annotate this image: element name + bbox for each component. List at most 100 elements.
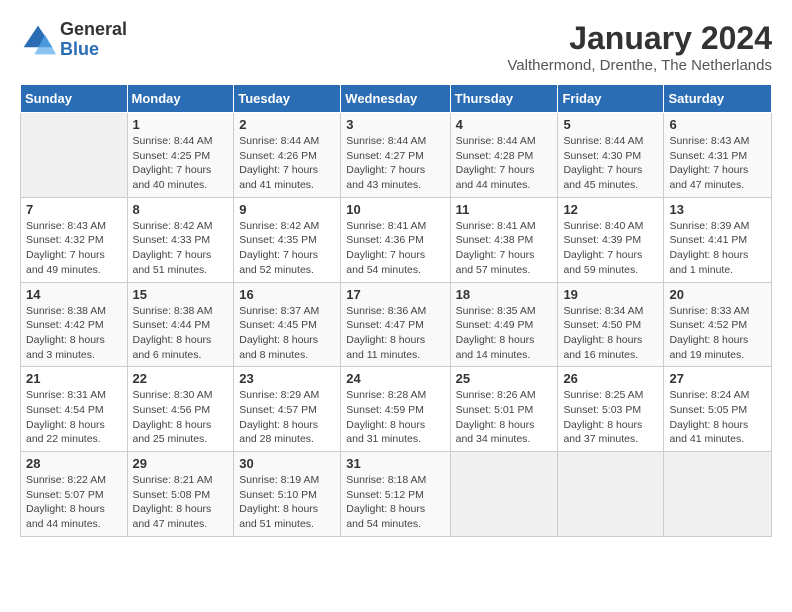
calendar-cell: 23 Sunrise: 8:29 AMSunset: 4:57 PMDayligh…: [234, 367, 341, 452]
calendar-week-row: 1 Sunrise: 8:44 AMSunset: 4:25 PMDaylight…: [21, 113, 772, 198]
calendar-cell: 22Sunrise: 8:30 AMSunset: 4:56 PMDayligh…: [127, 367, 234, 452]
day-number: 24: [346, 371, 444, 386]
day-info: Sunrise: 8:22 AMSunset: 5:07 PMDaylight:…: [26, 473, 122, 532]
calendar-cell: 10 Sunrise: 8:41 AMSunset: 4:36 PMDayligh…: [341, 197, 450, 282]
calendar-week-row: 21 Sunrise: 8:31 AMSunset: 4:54 PMDayligh…: [21, 367, 772, 452]
logo: General Blue: [20, 20, 127, 60]
day-info: Sunrise: 8:43 AMSunset: 4:31 PMDaylight:…: [669, 134, 766, 193]
day-info: Sunrise: 8:40 AMSunset: 4:39 PMDaylight:…: [563, 219, 658, 278]
weekday-header: Monday: [127, 85, 234, 113]
day-number: 9: [239, 202, 335, 217]
day-info: Sunrise: 8:29 AMSunset: 4:57 PMDaylight:…: [239, 388, 335, 447]
calendar-week-row: 28 Sunrise: 8:22 AMSunset: 5:07 PMDayligh…: [21, 452, 772, 537]
calendar-cell: 27Sunrise: 8:24 AMSunset: 5:05 PMDayligh…: [664, 367, 772, 452]
day-number: 1: [133, 117, 229, 132]
logo-general: General: [60, 20, 127, 40]
day-number: 11: [456, 202, 553, 217]
day-number: 3: [346, 117, 444, 132]
day-number: 30: [239, 456, 335, 471]
day-info: Sunrise: 8:44 AMSunset: 4:26 PMDaylight:…: [239, 134, 335, 193]
day-number: 2: [239, 117, 335, 132]
logo-text: General Blue: [60, 20, 127, 60]
calendar-cell: 4 Sunrise: 8:44 AMSunset: 4:28 PMDaylight…: [450, 113, 558, 198]
calendar-cell: 15 Sunrise: 8:38 AMSunset: 4:44 PMDayligh…: [127, 282, 234, 367]
calendar-cell: 20Sunrise: 8:33 AMSunset: 4:52 PMDayligh…: [664, 282, 772, 367]
day-info: Sunrise: 8:26 AMSunset: 5:01 PMDaylight:…: [456, 388, 553, 447]
calendar-cell: 21 Sunrise: 8:31 AMSunset: 4:54 PMDayligh…: [21, 367, 128, 452]
day-number: 15: [133, 287, 229, 302]
calendar-cell: 29 Sunrise: 8:21 AMSunset: 5:08 PMDayligh…: [127, 452, 234, 537]
weekday-header: Thursday: [450, 85, 558, 113]
day-number: 4: [456, 117, 553, 132]
calendar-cell: 1 Sunrise: 8:44 AMSunset: 4:25 PMDaylight…: [127, 113, 234, 198]
calendar-cell: 5Sunrise: 8:44 AMSunset: 4:30 PMDaylight…: [558, 113, 664, 198]
weekday-header: Friday: [558, 85, 664, 113]
calendar-cell: 6 Sunrise: 8:43 AMSunset: 4:31 PMDaylight…: [664, 113, 772, 198]
calendar-cell: [21, 113, 128, 198]
day-info: Sunrise: 8:21 AMSunset: 5:08 PMDaylight:…: [133, 473, 229, 532]
calendar-cell: 8 Sunrise: 8:42 AMSunset: 4:33 PMDaylight…: [127, 197, 234, 282]
day-number: 10: [346, 202, 444, 217]
day-info: Sunrise: 8:38 AMSunset: 4:44 PMDaylight:…: [133, 304, 229, 363]
title-section: January 2024 Valthermond, Drenthe, The N…: [507, 20, 772, 74]
calendar-cell: [558, 452, 664, 537]
calendar-cell: 7 Sunrise: 8:43 AMSunset: 4:32 PMDaylight…: [21, 197, 128, 282]
day-number: 6: [669, 117, 766, 132]
day-info: Sunrise: 8:41 AMSunset: 4:38 PMDaylight:…: [456, 219, 553, 278]
day-info: Sunrise: 8:44 AMSunset: 4:28 PMDaylight:…: [456, 134, 553, 193]
day-number: 29: [133, 456, 229, 471]
day-info: Sunrise: 8:43 AMSunset: 4:32 PMDaylight:…: [26, 219, 122, 278]
day-info: Sunrise: 8:24 AMSunset: 5:05 PMDaylight:…: [669, 388, 766, 447]
location: Valthermond, Drenthe, The Netherlands: [507, 57, 772, 74]
day-number: 12: [563, 202, 658, 217]
calendar-cell: 9 Sunrise: 8:42 AMSunset: 4:35 PMDaylight…: [234, 197, 341, 282]
day-info: Sunrise: 8:19 AMSunset: 5:10 PMDaylight:…: [239, 473, 335, 532]
day-number: 13: [669, 202, 766, 217]
day-number: 5: [563, 117, 658, 132]
weekday-header: Saturday: [664, 85, 772, 113]
calendar-cell: [664, 452, 772, 537]
day-number: 28: [26, 456, 122, 471]
calendar-cell: 18 Sunrise: 8:35 AMSunset: 4:49 PMDayligh…: [450, 282, 558, 367]
day-info: Sunrise: 8:37 AMSunset: 4:45 PMDaylight:…: [239, 304, 335, 363]
day-number: 17: [346, 287, 444, 302]
day-number: 8: [133, 202, 229, 217]
day-info: Sunrise: 8:36 AMSunset: 4:47 PMDaylight:…: [346, 304, 444, 363]
day-number: 7: [26, 202, 122, 217]
day-info: Sunrise: 8:25 AMSunset: 5:03 PMDaylight:…: [563, 388, 658, 447]
day-number: 19: [563, 287, 658, 302]
day-info: Sunrise: 8:41 AMSunset: 4:36 PMDaylight:…: [346, 219, 444, 278]
day-number: 25: [456, 371, 553, 386]
calendar-cell: 13 Sunrise: 8:39 AMSunset: 4:41 PMDayligh…: [664, 197, 772, 282]
day-number: 16: [239, 287, 335, 302]
day-info: Sunrise: 8:38 AMSunset: 4:42 PMDaylight:…: [26, 304, 122, 363]
calendar-cell: 12 Sunrise: 8:40 AMSunset: 4:39 PMDayligh…: [558, 197, 664, 282]
day-info: Sunrise: 8:39 AMSunset: 4:41 PMDaylight:…: [669, 219, 766, 278]
weekday-header-row: SundayMondayTuesdayWednesdayThursdayFrid…: [21, 85, 772, 113]
calendar-week-row: 7 Sunrise: 8:43 AMSunset: 4:32 PMDaylight…: [21, 197, 772, 282]
weekday-header: Sunday: [21, 85, 128, 113]
logo-icon: [20, 22, 56, 58]
day-info: Sunrise: 8:44 AMSunset: 4:27 PMDaylight:…: [346, 134, 444, 193]
calendar-week-row: 14Sunrise: 8:38 AMSunset: 4:42 PMDayligh…: [21, 282, 772, 367]
weekday-header: Tuesday: [234, 85, 341, 113]
month-title: January 2024: [507, 20, 772, 57]
calendar-cell: [450, 452, 558, 537]
day-info: Sunrise: 8:33 AMSunset: 4:52 PMDaylight:…: [669, 304, 766, 363]
day-number: 21: [26, 371, 122, 386]
day-info: Sunrise: 8:42 AMSunset: 4:33 PMDaylight:…: [133, 219, 229, 278]
day-number: 23: [239, 371, 335, 386]
calendar-cell: 25 Sunrise: 8:26 AMSunset: 5:01 PMDayligh…: [450, 367, 558, 452]
calendar-cell: 24Sunrise: 8:28 AMSunset: 4:59 PMDayligh…: [341, 367, 450, 452]
day-info: Sunrise: 8:42 AMSunset: 4:35 PMDaylight:…: [239, 219, 335, 278]
weekday-header: Wednesday: [341, 85, 450, 113]
day-number: 31: [346, 456, 444, 471]
calendar-cell: 3 Sunrise: 8:44 AMSunset: 4:27 PMDaylight…: [341, 113, 450, 198]
day-number: 18: [456, 287, 553, 302]
logo-blue: Blue: [60, 40, 127, 60]
calendar-table: SundayMondayTuesdayWednesdayThursdayFrid…: [20, 84, 772, 537]
day-info: Sunrise: 8:35 AMSunset: 4:49 PMDaylight:…: [456, 304, 553, 363]
day-info: Sunrise: 8:44 AMSunset: 4:25 PMDaylight:…: [133, 134, 229, 193]
day-info: Sunrise: 8:31 AMSunset: 4:54 PMDaylight:…: [26, 388, 122, 447]
calendar-cell: 17 Sunrise: 8:36 AMSunset: 4:47 PMDayligh…: [341, 282, 450, 367]
